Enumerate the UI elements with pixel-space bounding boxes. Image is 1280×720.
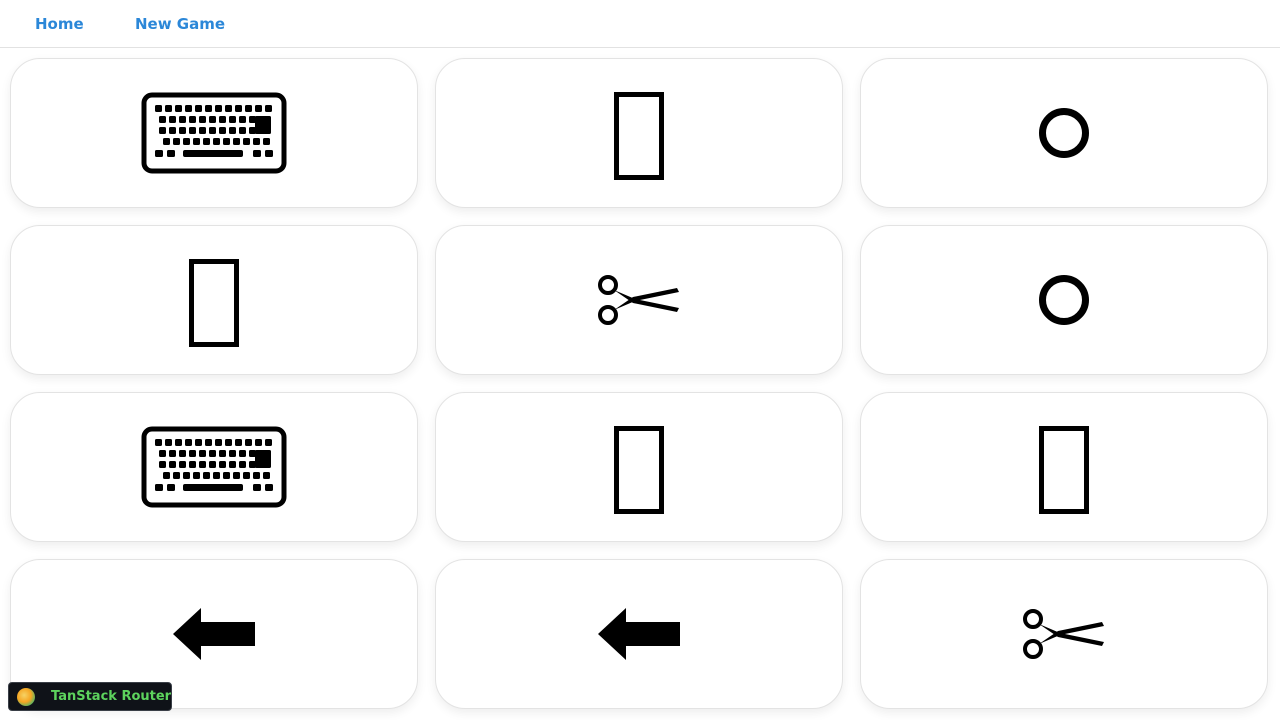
- missing-glyph-icon: [189, 253, 239, 347]
- new-game-link[interactable]: New Game: [135, 15, 225, 33]
- missing-glyph-icon: [614, 86, 664, 180]
- circle-icon: [1039, 108, 1089, 158]
- game-card[interactable]: [10, 58, 418, 208]
- home-link[interactable]: Home: [35, 15, 84, 33]
- card-grid: [10, 58, 1270, 709]
- keyboard-icon: [141, 92, 287, 174]
- scissors-icon: [1022, 608, 1106, 660]
- missing-glyph-icon: [614, 420, 664, 514]
- game-card[interactable]: [10, 392, 418, 542]
- game-card[interactable]: [860, 559, 1268, 709]
- game-card[interactable]: [435, 392, 843, 542]
- game-card[interactable]: [860, 58, 1268, 208]
- game-card[interactable]: [860, 392, 1268, 542]
- top-nav: Home New Game: [0, 0, 1280, 48]
- devtools-label: TanStack Router: [51, 689, 172, 704]
- left-arrow-icon: [598, 607, 680, 661]
- game-card[interactable]: [435, 58, 843, 208]
- game-card[interactable]: [860, 225, 1268, 375]
- scissors-icon: [597, 274, 681, 326]
- game-card[interactable]: [435, 559, 843, 709]
- tanstack-router-devtools-button[interactable]: TanStack Router: [8, 682, 172, 711]
- game-card[interactable]: [435, 225, 843, 375]
- circle-icon: [1039, 275, 1089, 325]
- missing-glyph-icon: [1039, 420, 1089, 514]
- game-card[interactable]: [10, 225, 418, 375]
- keyboard-icon: [141, 426, 287, 508]
- tanstack-logo-icon: [17, 687, 35, 706]
- left-arrow-icon: [173, 607, 255, 661]
